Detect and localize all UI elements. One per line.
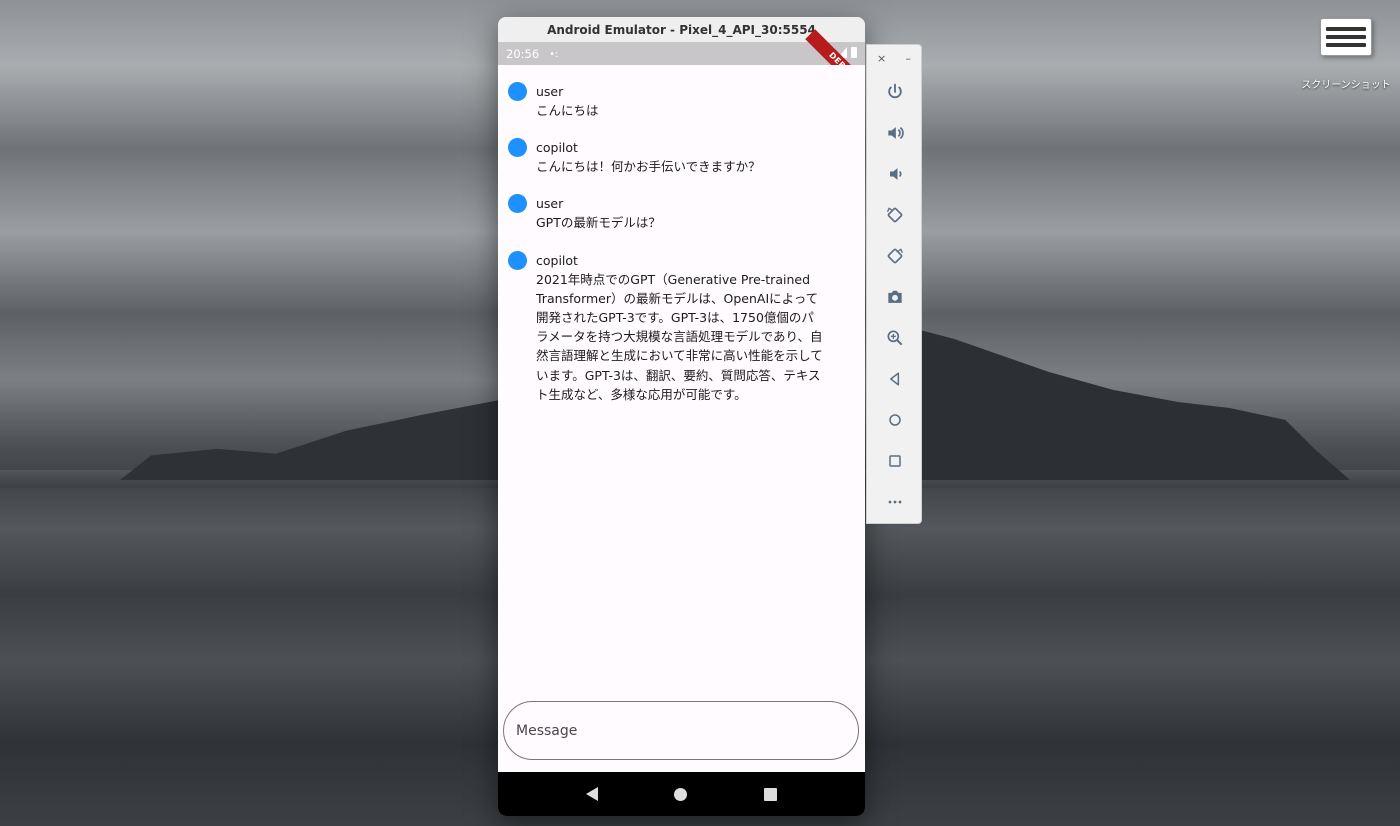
message-list[interactable]: user こんにちは copilot こんにちは！何かお手伝いできますか？ us…: [498, 65, 865, 404]
home-button[interactable]: [867, 399, 923, 440]
rotate-right-button[interactable]: [867, 235, 923, 276]
notification-dots-icon: •:: [549, 48, 559, 60]
avatar: [508, 250, 527, 270]
status-time: 20:56: [506, 47, 540, 61]
island-right: [920, 330, 1350, 480]
message-role: copilot: [536, 252, 578, 268]
power-button[interactable]: [867, 71, 923, 112]
chat-message: copilot 2021年時点でのGPT（Generative Pre-trai…: [508, 250, 855, 404]
android-status-bar: 20:56 •: DEBUG: [498, 29, 865, 103]
android-nav-bar: [498, 772, 865, 816]
island-left: [120, 398, 510, 480]
rotate-left-icon: [886, 206, 903, 222]
more-icon: [888, 500, 902, 503]
screenshot-button[interactable]: [867, 276, 923, 317]
avatar: [508, 194, 527, 214]
volume-up-button[interactable]: [867, 112, 923, 153]
home-icon: [889, 413, 901, 426]
zoom-button[interactable]: [867, 317, 923, 358]
message-role: copilot: [536, 140, 578, 156]
close-icon[interactable]: ×: [877, 52, 886, 65]
nav-recents-icon[interactable]: [763, 787, 777, 801]
chat-message: user こんにちは: [508, 82, 855, 120]
emulator-side-toolbar: × –: [866, 44, 922, 524]
desktop-screenshot-file[interactable]: スクリーンショット: [1296, 18, 1396, 98]
power-icon: [888, 83, 902, 98]
message-role: user: [536, 84, 564, 99]
battery-icon: [851, 47, 857, 58]
volume-up-icon: [888, 126, 904, 139]
chat-message: copilot こんにちは！何かお手伝いできますか？: [508, 138, 855, 176]
screenshot-thumbnail-icon: [1320, 18, 1372, 56]
emulator-window: Android Emulator - Pixel_4_API_30:5554 2…: [498, 17, 865, 816]
overview-button[interactable]: [867, 440, 923, 481]
rotate-left-button[interactable]: [867, 194, 923, 235]
nav-back-icon[interactable]: [586, 787, 599, 801]
chat-message: user GPTの最新モデルは？: [508, 194, 855, 232]
zoom-icon: [887, 330, 903, 345]
nav-home-icon[interactable]: [674, 787, 688, 801]
back-icon: [890, 371, 900, 386]
avatar: [508, 138, 527, 158]
avatar: [508, 82, 527, 101]
volume-down-icon: [890, 167, 902, 180]
message-role: user: [536, 196, 564, 212]
message-input[interactable]: [503, 701, 859, 760]
minimize-icon[interactable]: –: [906, 52, 912, 65]
volume-down-button[interactable]: [867, 153, 923, 194]
back-button[interactable]: [867, 358, 923, 399]
message-text: 2021年時点でのGPT（Generative Pre-trained Tran…: [536, 271, 823, 402]
message-text: GPTの最新モデルは？: [536, 215, 661, 231]
more-button[interactable]: [867, 481, 923, 522]
message-text: こんにちは: [536, 103, 599, 118]
rotate-right-icon: [887, 247, 904, 263]
overview-icon: [889, 454, 901, 467]
camera-icon: [888, 290, 902, 303]
message-text: こんにちは！何かお手伝いできますか？: [536, 159, 761, 175]
desktop-screenshot-label: スクリーンショット: [1301, 80, 1391, 91]
chat-screen: user こんにちは copilot こんにちは！何かお手伝いできますか？ us…: [498, 65, 865, 772]
